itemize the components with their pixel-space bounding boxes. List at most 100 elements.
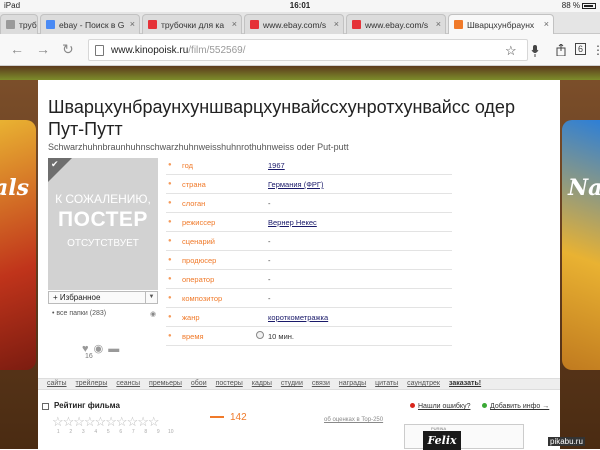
chevron-down-icon[interactable]: ▼ (145, 292, 157, 303)
info-value[interactable]: 1967 (268, 161, 285, 170)
clock-icon (256, 331, 264, 339)
bullet-icon: ● (168, 257, 172, 263)
ad-banner-left[interactable]: als (0, 120, 36, 370)
doc-favicon-icon (6, 20, 15, 29)
menu-item[interactable]: связи (312, 379, 330, 387)
info-value: - (268, 294, 271, 303)
info-value: - (268, 275, 271, 284)
info-value[interactable]: Германия (ФРГ) (268, 180, 323, 189)
bullet-icon: ● (168, 276, 172, 282)
browser-tab-1[interactable]: труб (0, 14, 38, 34)
watermark: pikabu.ru (548, 437, 585, 446)
tabs-count-icon[interactable]: 6 (575, 43, 587, 55)
status-bar: iPad 16:01 88 % (0, 0, 600, 12)
info-value: - (268, 199, 271, 208)
rating-title: Рейтинг фильма (54, 401, 120, 410)
all-folders-link[interactable]: • все папки (283) (52, 310, 106, 317)
rating-number: 9 (156, 429, 160, 435)
info-row: ● время 10 мин. (166, 327, 452, 346)
favorites-label: + Избранное (53, 293, 101, 302)
info-row: ● композитор - (166, 289, 452, 308)
info-row: ● страна Германия (ФРГ) (166, 175, 452, 194)
page-background-top (0, 66, 600, 80)
close-icon[interactable]: × (334, 19, 339, 29)
poster-line-3: ОТСУТСТВУЕТ (67, 238, 139, 249)
bullet-icon: ● (168, 181, 172, 187)
url-host: www.kinopoisk.ru (111, 45, 189, 56)
report-error-link[interactable]: Нашли ошибку? (410, 403, 470, 410)
google-favicon-icon (46, 20, 55, 29)
menu-item[interactable]: премьеры (149, 379, 182, 387)
comment-icon[interactable]: ▬ (108, 343, 119, 355)
film-section-menu: сайты трейлеры сеансы премьеры обои постеры ка… (38, 378, 560, 390)
ad-banner-right[interactable]: Na (562, 120, 600, 370)
info-key: страна (182, 180, 206, 189)
eye-icon[interactable]: ◉ (94, 343, 104, 355)
close-icon[interactable]: × (436, 19, 441, 29)
collapse-checkbox[interactable] (42, 403, 49, 410)
votes-count: 142 (230, 412, 247, 423)
menu-item[interactable]: сайты (47, 379, 67, 387)
poster-line-2: ПОСТЕР (58, 208, 148, 231)
add-dot-icon (482, 403, 487, 408)
add-info-link[interactable]: Добавить инфо → (482, 403, 549, 410)
browser-tab-6-active[interactable]: Шварцхунбраунх × (448, 14, 554, 35)
mic-icon[interactable] (531, 45, 539, 57)
tab-label: www.ebay.com/s (365, 20, 429, 30)
bookmark-star-icon[interactable]: ☆ (505, 43, 517, 59)
close-icon[interactable]: × (130, 19, 135, 29)
bullet-icon: ● (168, 314, 172, 320)
menu-item[interactable]: цитаты (375, 379, 398, 387)
browser-tab-4[interactable]: www.ebay.com/s × (244, 14, 344, 34)
close-icon[interactable]: × (232, 19, 237, 29)
rating-number: 6 (119, 429, 123, 435)
tab-strip: труб ebay - Поиск в G × трубочки для ка × … (0, 12, 600, 35)
info-value: 10 мин. (268, 332, 294, 341)
add-info-label: Добавить инфо → (490, 403, 550, 410)
ratings-info-link[interactable]: об оценках в Top-250 (324, 417, 383, 423)
clock: 16:01 (289, 1, 311, 10)
menu-item[interactable]: саундтрек (407, 379, 440, 387)
browser-tab-5[interactable]: www.ebay.com/s × (346, 14, 446, 34)
menu-item[interactable]: сеансы (116, 379, 140, 387)
film-page: Шварцхунбраунхуншварцхунвайссхунротхунва… (38, 80, 560, 450)
menu-icon[interactable]: ⋮ (592, 42, 600, 58)
info-key: режиссер (182, 218, 216, 227)
menu-item[interactable]: награды (339, 379, 366, 387)
bullet-icon: ● (168, 333, 172, 339)
menu-item[interactable]: трейлеры (76, 379, 108, 387)
rating-number: 8 (144, 429, 148, 435)
info-value[interactable]: короткометражка (268, 313, 328, 322)
film-original-title: Schwarzhuhnbraunhuhnschwarzhuhnweisshuhn… (48, 142, 349, 152)
felix-logo: Felix (423, 431, 461, 450)
info-key: время (182, 332, 204, 341)
menu-item[interactable]: заказать! (449, 379, 481, 387)
battery-percent: 88 % (561, 1, 580, 10)
rating-number: 10 (167, 429, 174, 435)
rating-number: 5 (106, 429, 110, 435)
menu-item[interactable]: постеры (216, 379, 243, 387)
back-arrow-icon[interactable]: ← (10, 41, 24, 57)
share-icon[interactable] (556, 44, 566, 56)
tab-label: труб (19, 20, 37, 30)
menu-item[interactable]: студии (281, 379, 303, 387)
forward-arrow-icon[interactable]: → (36, 41, 50, 57)
info-value[interactable]: Вернер Некес (268, 218, 317, 227)
reload-icon[interactable]: ↻ (62, 41, 74, 57)
address-bar[interactable]: www.kinopoisk.ru/film/552569/ (88, 39, 528, 61)
info-key: оператор (182, 275, 215, 284)
menu-item[interactable]: обои (191, 379, 207, 387)
likes-count: 16 (85, 353, 93, 360)
ebay-favicon-icon (352, 20, 361, 29)
browser-tab-2[interactable]: ebay - Поиск в G × (40, 14, 140, 34)
rating-stars[interactable]: ☆☆☆☆☆☆☆☆☆☆ (52, 414, 160, 430)
browser-tab-3[interactable]: трубочки для ка × (142, 14, 242, 34)
info-key: сценарий (182, 237, 215, 246)
ad-banner-felix[interactable]: PURINA Felix (404, 424, 524, 450)
eye-icon[interactable]: ◉ (150, 310, 156, 318)
favorites-dropdown[interactable]: + Избранное ▼ (48, 291, 158, 304)
menu-item[interactable]: кадры (252, 379, 272, 387)
bullet-icon: ● (168, 162, 172, 168)
close-icon[interactable]: × (544, 19, 549, 29)
battery-status: 88 % (562, 1, 596, 10)
